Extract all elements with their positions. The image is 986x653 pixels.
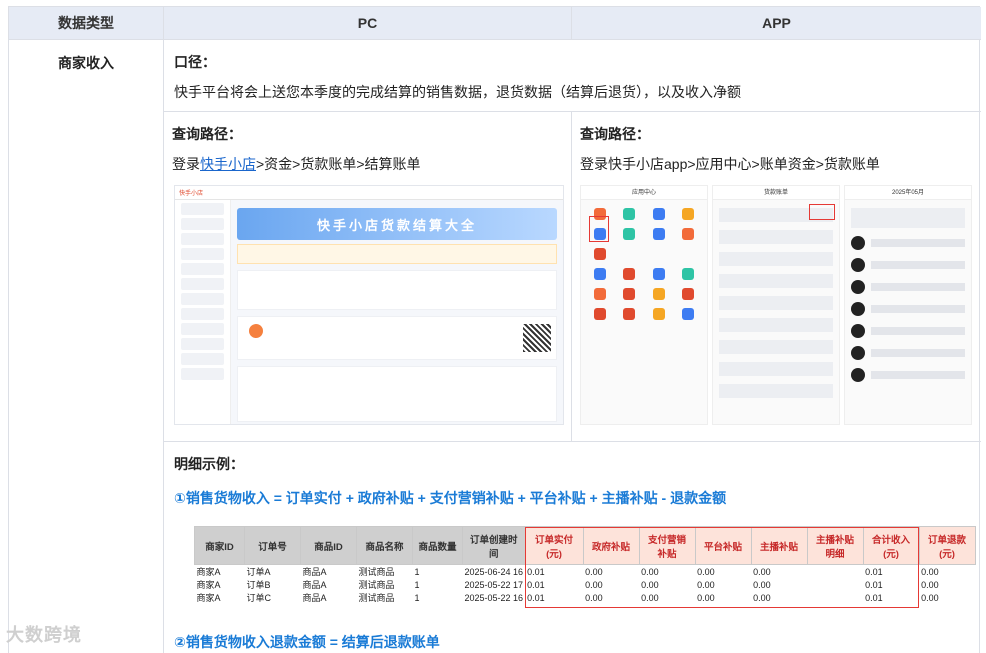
table-cell: 0.01	[527, 592, 545, 603]
table-cell: 0.00	[641, 566, 659, 577]
app-screenshots: 应用中心 货款账单 2025年05月	[580, 185, 972, 425]
table-cell: 0.00	[921, 566, 939, 577]
kuaishou-store-link[interactable]: 快手小店	[200, 156, 256, 172]
table-cell: 0.00	[753, 592, 771, 603]
table-header: 主播补贴	[750, 526, 808, 565]
app-screen-application-center: 应用中心	[580, 185, 708, 425]
table-header: 合计收入(元)	[862, 526, 920, 565]
table-header: 订单号	[244, 526, 301, 565]
detail-table: 商家ID 订单号 商品ID 商品名称 商品数量 订单创建时间 订单实付(元) 政府补贴 支付营销…	[194, 526, 976, 604]
watermark: 大数跨境	[6, 625, 82, 645]
table-cell: 0.01	[865, 566, 883, 577]
app-path-title: 查询路径：	[580, 126, 650, 142]
app-path-section: 查询路径： 登录快手小店app>应用中心>账单资金>货款账单 应用中心 货款账单	[572, 112, 981, 442]
table-cell: 订单C	[246, 593, 272, 603]
table-header: 商品名称	[356, 526, 413, 565]
table-cell: 0.00	[641, 579, 659, 590]
table-cell	[807, 565, 863, 579]
table-cell: 测试商品	[358, 593, 395, 603]
table-cell: 0.01	[527, 579, 545, 590]
pc-path-rest: >资金>货款账单>结算账单	[256, 156, 421, 172]
table-header: 平台补贴	[694, 526, 752, 565]
caliber-section: 口径： 快手平台将会上送您本季度的完成结算的销售数据，退货数据（结算后退货），以…	[164, 40, 981, 112]
table-cell: 0.00	[697, 579, 715, 590]
table-row: 商家A 订单A 商品A 测试商品 1 2025-06-24 16 0.01 0.00 0.00 0…	[195, 565, 976, 579]
table-cell: 1	[414, 592, 420, 603]
app-amount-highlight	[809, 204, 835, 220]
table-cell: 0.00	[753, 566, 771, 577]
table-header: 商家ID	[194, 526, 245, 565]
table-cell: 商品A	[302, 593, 327, 603]
header-app: APP	[572, 7, 981, 40]
pc-path-prefix: 登录	[172, 156, 200, 172]
app-screen-payment-bill: 货款账单	[712, 185, 840, 425]
table-cell: 0.00	[585, 579, 603, 590]
detail-title: 明细示例：	[174, 456, 244, 472]
pc-notice	[237, 244, 557, 264]
app-path-text: 登录快手小店app>应用中心>账单资金>货款账单	[580, 156, 880, 172]
table-header: 商品数量	[412, 526, 463, 565]
table-cell: 2025-05-22 16	[464, 592, 524, 603]
pc-logo: 快手小店	[175, 186, 563, 200]
table-cell: 商品A	[302, 580, 327, 590]
table-cell: 测试商品	[358, 567, 395, 577]
header-data-type: 数据类型	[9, 7, 164, 40]
table-header: 订单实付(元)	[524, 526, 584, 565]
table-cell: 0.01	[865, 579, 883, 590]
table-cell	[807, 591, 863, 604]
formula-refund: ②销售货物收入退款金额 = 结算后退款账单	[174, 634, 440, 650]
header-pc: PC	[164, 7, 572, 40]
table-cell: 2025-05-22 17	[464, 579, 524, 590]
table-cell	[807, 578, 863, 591]
pc-path-text: 登录快手小店>资金>货款账单>结算账单	[172, 154, 563, 174]
table-row: 商家A 订单C 商品A 测试商品 1 2025-05-22 16 0.01 0.00 0.00 0…	[195, 591, 976, 604]
table-cell: 0.00	[921, 579, 939, 590]
pc-path-title: 查询路径：	[172, 126, 242, 142]
pc-path-section: 查询路径： 登录快手小店>资金>货款账单>结算账单 快手小店 快手小店货款结算大…	[164, 112, 572, 442]
table-cell: 商家A	[196, 580, 221, 590]
table-cell: 0.00	[921, 592, 939, 603]
table-cell: 订单A	[246, 567, 271, 577]
table-cell: 1	[414, 566, 420, 577]
table-header: 政府补贴	[582, 526, 640, 565]
table-header: 订单创建时间	[462, 526, 526, 565]
table-cell: 0.01	[865, 592, 883, 603]
table-cell: 0.00	[585, 566, 603, 577]
table-header: 主播补贴明细	[806, 526, 864, 565]
row-label-merchant-income: 商家收入	[9, 40, 164, 653]
table-row: 商家A 订单B 商品A 测试商品 1 2025-05-22 17 0.01 0.00 0.00 0…	[195, 578, 976, 591]
detail-section: 明细示例： ①销售货物收入 = 订单实付 + 政府补贴 + 支付营销补贴 + 平…	[164, 442, 981, 653]
pc-orange-icon	[249, 324, 263, 338]
table-cell: 0.00	[753, 579, 771, 590]
table-cell: 0.00	[585, 592, 603, 603]
table-header: 订单退款(元)	[918, 526, 976, 565]
pc-panel-filter	[237, 366, 557, 422]
pc-panel-cards	[237, 316, 557, 360]
pc-panel-info	[237, 270, 557, 310]
table-cell: 0.00	[697, 592, 715, 603]
table-cell: 0.01	[527, 566, 545, 577]
table-cell: 1	[414, 579, 420, 590]
pc-sidebar	[175, 200, 231, 424]
app-highlight-box	[589, 216, 609, 242]
table-cell: 商家A	[196, 593, 221, 603]
table-cell: 商品A	[302, 567, 327, 577]
table-cell: 商家A	[196, 567, 221, 577]
table-cell: 测试商品	[358, 580, 395, 590]
table-cell: 2025-06-24 16	[464, 566, 524, 577]
qr-code-icon	[523, 324, 551, 352]
caliber-title: 口径：	[174, 54, 216, 70]
info-table: 数据类型 PC APP 商家收入 口径： 快手平台将会上送您本季度的完成结算的销…	[8, 6, 981, 653]
table-header: 商品ID	[300, 526, 357, 565]
app-screen-month-detail: 2025年05月	[844, 185, 972, 425]
formula-sales-income: ①销售货物收入 = 订单实付 + 政府补贴 + 支付营销补贴 + 平台补贴 + …	[174, 490, 727, 506]
caliber-description: 快手平台将会上送您本季度的完成结算的销售数据，退货数据（结算后退货），以及收入净…	[174, 84, 741, 100]
table-cell: 0.00	[641, 592, 659, 603]
pc-screenshot: 快手小店 快手小店货款结算大全	[174, 185, 564, 425]
table-header: 支付营销补贴	[638, 526, 696, 565]
pc-banner: 快手小店货款结算大全	[237, 208, 557, 240]
table-cell: 订单B	[246, 580, 271, 590]
table-cell: 0.00	[697, 566, 715, 577]
